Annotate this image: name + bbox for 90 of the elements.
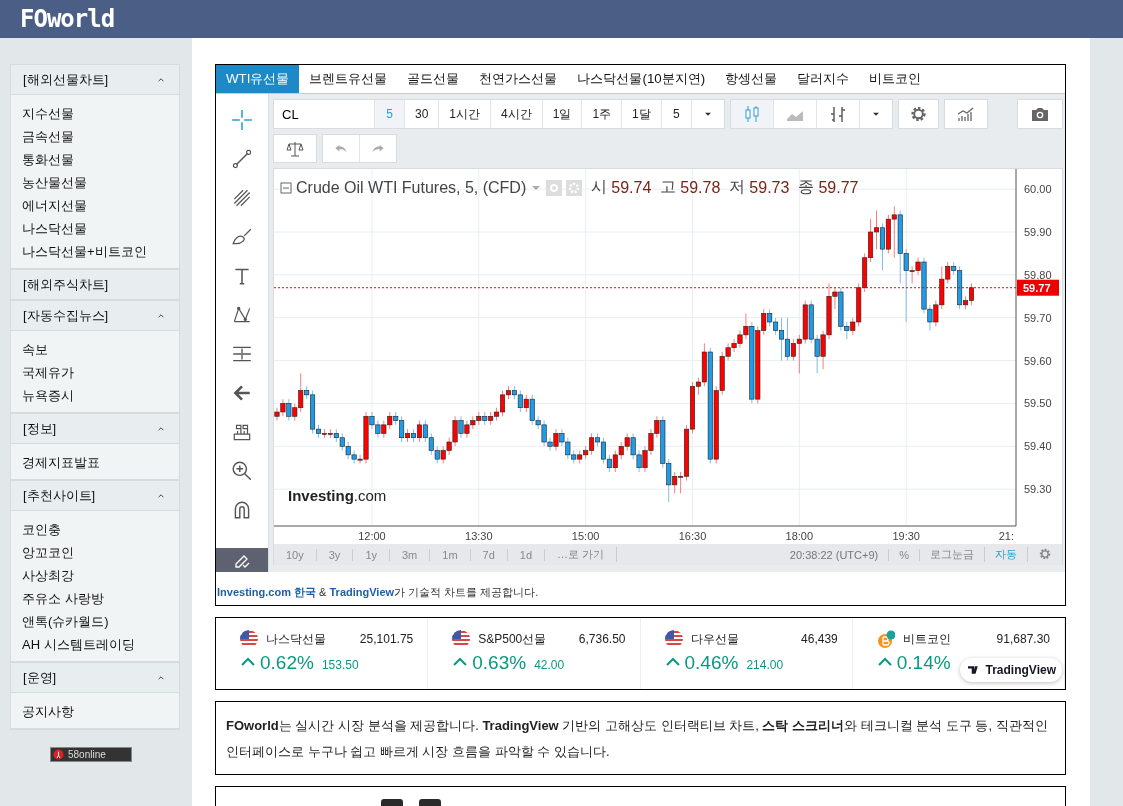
eye-icon xyxy=(546,179,563,196)
description-text: FOworld는 실시간 시장 분석을 제공합니다. TradingView 기반의 고해상도 인터랙티브 차트, 스탁 스크리너와 테크니컬 분석 도구 등, 직관적인 인터페이스로 누구나 쉽고 빠르게 시장 흐름을 파악할 수 있습니다. xyxy=(215,701,1066,775)
change-value: 42.00 xyxy=(534,658,565,672)
axis-label: 21: xyxy=(998,530,1014,542)
sidebar-link[interactable]: 코인충 xyxy=(11,518,179,541)
axis-label: 12:00 xyxy=(358,530,386,542)
sidebar-link[interactable]: 사상최강 xyxy=(11,564,179,587)
crosshair-icon xyxy=(231,109,253,131)
change-value: 214.00 xyxy=(746,658,784,672)
collapse-icon xyxy=(280,181,292,194)
price-tag: 59.77 xyxy=(1017,279,1059,296)
section-header[interactable]: [해외선물차트] xyxy=(11,65,179,95)
site-logo[interactable]: FOworld xyxy=(20,5,115,33)
ohlc-value: 59.78 xyxy=(680,178,721,197)
change-value: 153.50 xyxy=(321,658,359,672)
sidebar-link[interactable]: 속보 xyxy=(11,338,179,361)
change-percent: 0.62% xyxy=(260,652,314,674)
ref-line-label: 59.77 xyxy=(1023,281,1051,294)
ohlc-value: 59.73 xyxy=(749,178,790,197)
ticker-price: 46,439 xyxy=(801,632,838,646)
section-header[interactable]: [운영] xyxy=(11,663,179,693)
coin-icon xyxy=(876,630,895,648)
badge-text: TradingView xyxy=(985,663,1056,677)
sidebar-link[interactable]: 주유소 사랑방 xyxy=(11,587,179,610)
change-percent: 0.14% xyxy=(896,652,951,674)
chart-logo: Investing.com xyxy=(288,487,387,504)
sidebar-link[interactable]: AH 시스템트레이딩 xyxy=(11,633,179,656)
sidebar-link[interactable]: 지수선물 xyxy=(11,102,179,125)
ticker-price: 91,687.30 xyxy=(996,632,1050,646)
sidebar-link[interactable]: 통화선물 xyxy=(11,148,179,171)
trend-line-icon xyxy=(231,148,253,170)
axis-label: 59.40 xyxy=(1024,440,1052,453)
settings-icon xyxy=(1038,546,1052,561)
ticker-name: 나스닥선물 xyxy=(266,630,326,648)
zoom-in-icon xyxy=(231,460,253,482)
ohlc-value: 59.74 xyxy=(611,178,652,197)
ticker-name: S&P500선물 xyxy=(478,630,547,648)
axis-label: 59.50 xyxy=(1024,397,1052,410)
tab[interactable]: WTI유선물 xyxy=(216,65,300,93)
flag-icon xyxy=(452,630,471,648)
section-header[interactable]: [정보] xyxy=(11,414,179,444)
ohlc-label: 저 xyxy=(729,177,746,197)
chart-type-button[interactable] xyxy=(730,100,774,128)
ohlc-value: 59.77 xyxy=(818,178,859,197)
sidebar-link[interactable]: 앤톡(슈카월드) xyxy=(11,610,179,633)
credit-link[interactable]: TradingView xyxy=(329,586,395,598)
ticker-price: 6,736.50 xyxy=(578,632,626,646)
flag-icon xyxy=(240,630,258,648)
sidebar-link[interactable]: 금속선물 xyxy=(11,125,179,148)
flag-icon xyxy=(664,630,683,648)
ticker-price: 25,101.75 xyxy=(359,632,414,646)
axis-label: 18:00 xyxy=(785,530,814,542)
tradingview-badge[interactable]: TradingView xyxy=(959,658,1062,682)
ticker-name: 다우선물 xyxy=(690,630,739,648)
section-header[interactable]: [해외주식차트] xyxy=(11,270,179,300)
change-percent: 0.46% xyxy=(684,652,739,674)
sidebar-link[interactable]: 에너지선물 xyxy=(11,194,179,217)
axis-label: 59.70 xyxy=(1024,311,1052,324)
credit-link[interactable]: Investing.com 한국 xyxy=(217,586,317,598)
sidebar-link[interactable]: 국제유가 xyxy=(11,361,179,384)
ohlc-label: 종 xyxy=(798,177,815,197)
sidebar-link[interactable]: 나스닥선물+비트코인 xyxy=(11,240,179,263)
pitchfork-icon xyxy=(231,187,253,209)
axis-label: 59.90 xyxy=(1024,226,1052,238)
clock: 20:38:22 (UTC+9) xyxy=(779,548,890,561)
credit-text: Investing.com 한국 & TradingView가 기술적 차트를 제공합니다. xyxy=(216,585,540,600)
person-icon xyxy=(53,749,64,760)
axis-label: 16:30 xyxy=(678,530,707,542)
ticker-name: 비트코인 xyxy=(902,630,951,648)
change-percent: 0.63% xyxy=(472,652,527,674)
sidebar-link[interactable]: 나스닥선물 xyxy=(11,217,179,240)
ohlc-label: 시 xyxy=(591,177,608,197)
legend-title: Crude Oil WTI Futures, 5, (CFD) xyxy=(296,178,527,197)
axis-label: 13:30 xyxy=(465,530,493,542)
axis-label: 15:00 xyxy=(571,530,600,542)
axis-label: 19:30 xyxy=(892,530,920,542)
axis-label: 59.30 xyxy=(1024,483,1052,496)
section-header[interactable]: [자동수집뉴스] xyxy=(11,301,179,331)
axis-label: 59.80 xyxy=(1024,268,1052,281)
toolbar-button[interactable] xyxy=(216,548,268,572)
axis-label: 60.00 xyxy=(1024,183,1052,196)
settings-icon xyxy=(566,179,583,196)
sidebar-link[interactable]: 농산물선물 xyxy=(11,171,179,194)
section-header[interactable]: [추천사이트] xyxy=(11,481,179,511)
sidebar-link[interactable]: 뉴욕증시 xyxy=(11,384,179,407)
axis-label: 59.60 xyxy=(1024,354,1052,367)
ohlc-label: 고 xyxy=(660,177,677,197)
sidebar-link[interactable]: 앙꼬코인 xyxy=(11,541,179,564)
settings-icon xyxy=(908,104,928,124)
counter-text: 58online xyxy=(68,749,106,760)
